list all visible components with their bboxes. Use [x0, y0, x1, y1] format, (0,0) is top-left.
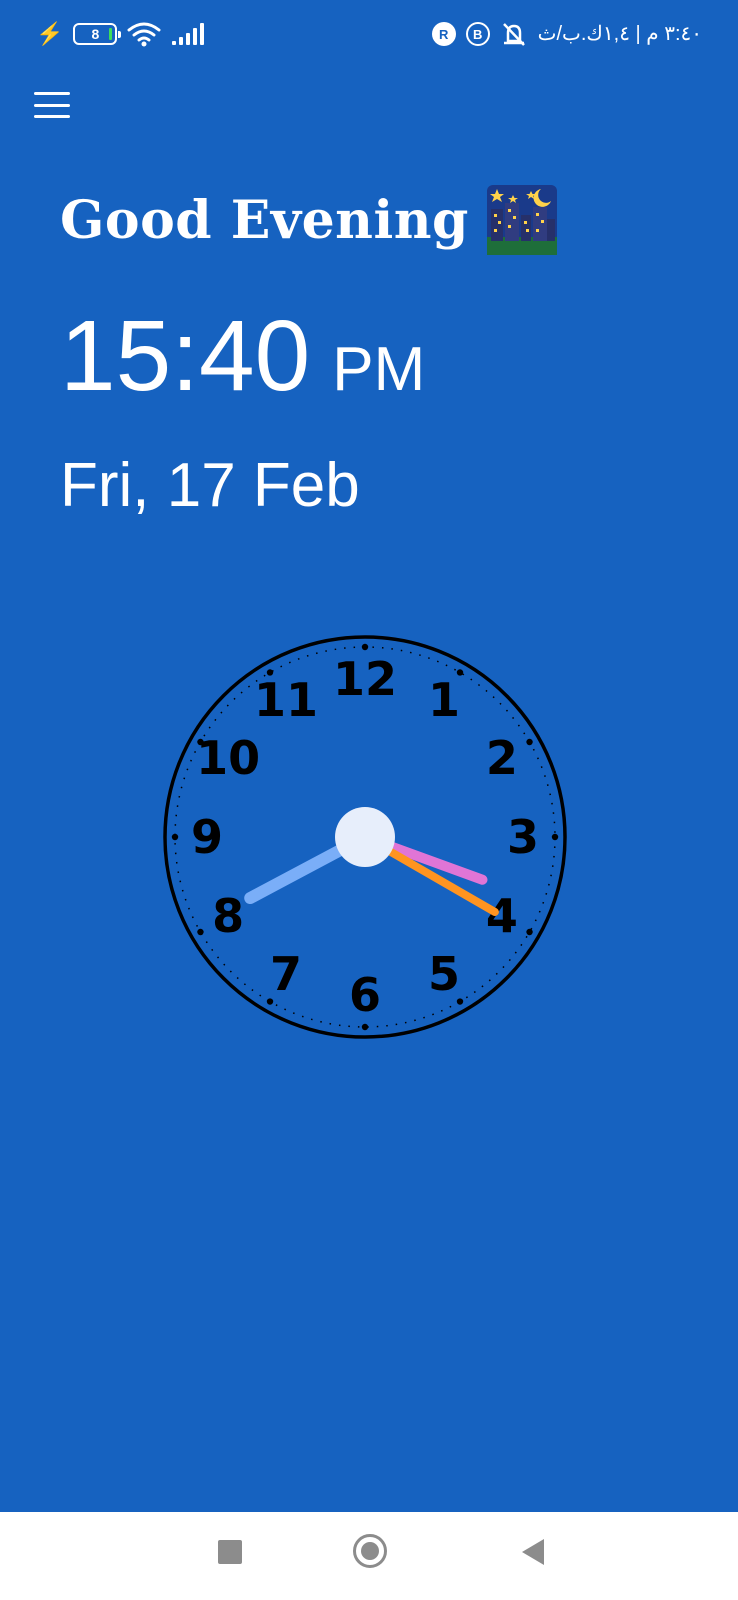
clock-number: 4: [486, 889, 518, 943]
triangle-back-icon[interactable]: [522, 1539, 544, 1565]
clock-hour-dot: [171, 833, 179, 841]
r-app-icon: R: [431, 22, 456, 46]
clock-hour-dot: [526, 928, 533, 936]
cellular-signal-icon: [172, 23, 205, 45]
hamburger-menu-icon[interactable]: [34, 92, 70, 118]
status-right: R B ٣:٤٠ م | ١,٤ك.ب/ث: [431, 18, 702, 50]
clock-number: 8: [212, 889, 244, 943]
clock-number: 10: [196, 731, 260, 785]
clock-number: 12: [333, 652, 397, 706]
night-city-icon: [486, 185, 557, 255]
clock-hour-dot: [526, 738, 533, 746]
muted-icon: [502, 23, 525, 46]
time-period: PM: [332, 335, 426, 404]
status-left: ⚡ 8: [36, 18, 207, 50]
navigation-bar: [0, 1512, 738, 1600]
clock-number: 7: [270, 947, 302, 1001]
greeting-text: Good Evening: [60, 189, 469, 251]
circle-home-icon[interactable]: [353, 1534, 387, 1568]
clock-hour-dot: [361, 1023, 369, 1031]
clock-hour-dot: [551, 833, 559, 841]
analog-clock: 12 12 3 45678 9 1011: [163, 635, 567, 1039]
charging-bolt-icon: ⚡: [36, 21, 64, 46]
battery-level: 8: [91, 26, 100, 42]
clock-number: 5: [428, 947, 460, 1001]
wifi-icon: [127, 22, 161, 47]
clock-hour-dot: [197, 928, 204, 936]
date-text: Fri, 17 Feb: [60, 451, 360, 520]
greeting: Good Evening: [60, 184, 557, 256]
status-time-speed: ٣:٤٠ م | ١,٤ك.ب/ث: [537, 23, 702, 45]
b-app-icon: B: [465, 22, 490, 46]
clock-center: [335, 807, 395, 867]
battery-icon: 8: [73, 23, 122, 45]
clock-number: 2: [486, 731, 518, 785]
clock-hour-dot: [361, 643, 369, 651]
square-recent-icon[interactable]: [218, 1540, 242, 1564]
clock-number: 1: [428, 673, 460, 727]
digital-time: 15:40 PM: [60, 306, 425, 416]
status-bar: ⚡ 8 R B ٣:٤٠ م | ١,٤ك.ب/ث: [0, 0, 738, 68]
clock-number: 3: [507, 810, 539, 864]
time-value: 15:40: [60, 300, 311, 412]
clock-number: 6: [349, 968, 381, 1022]
clock-number: 11: [254, 673, 318, 727]
clock-number: 9: [191, 810, 223, 864]
